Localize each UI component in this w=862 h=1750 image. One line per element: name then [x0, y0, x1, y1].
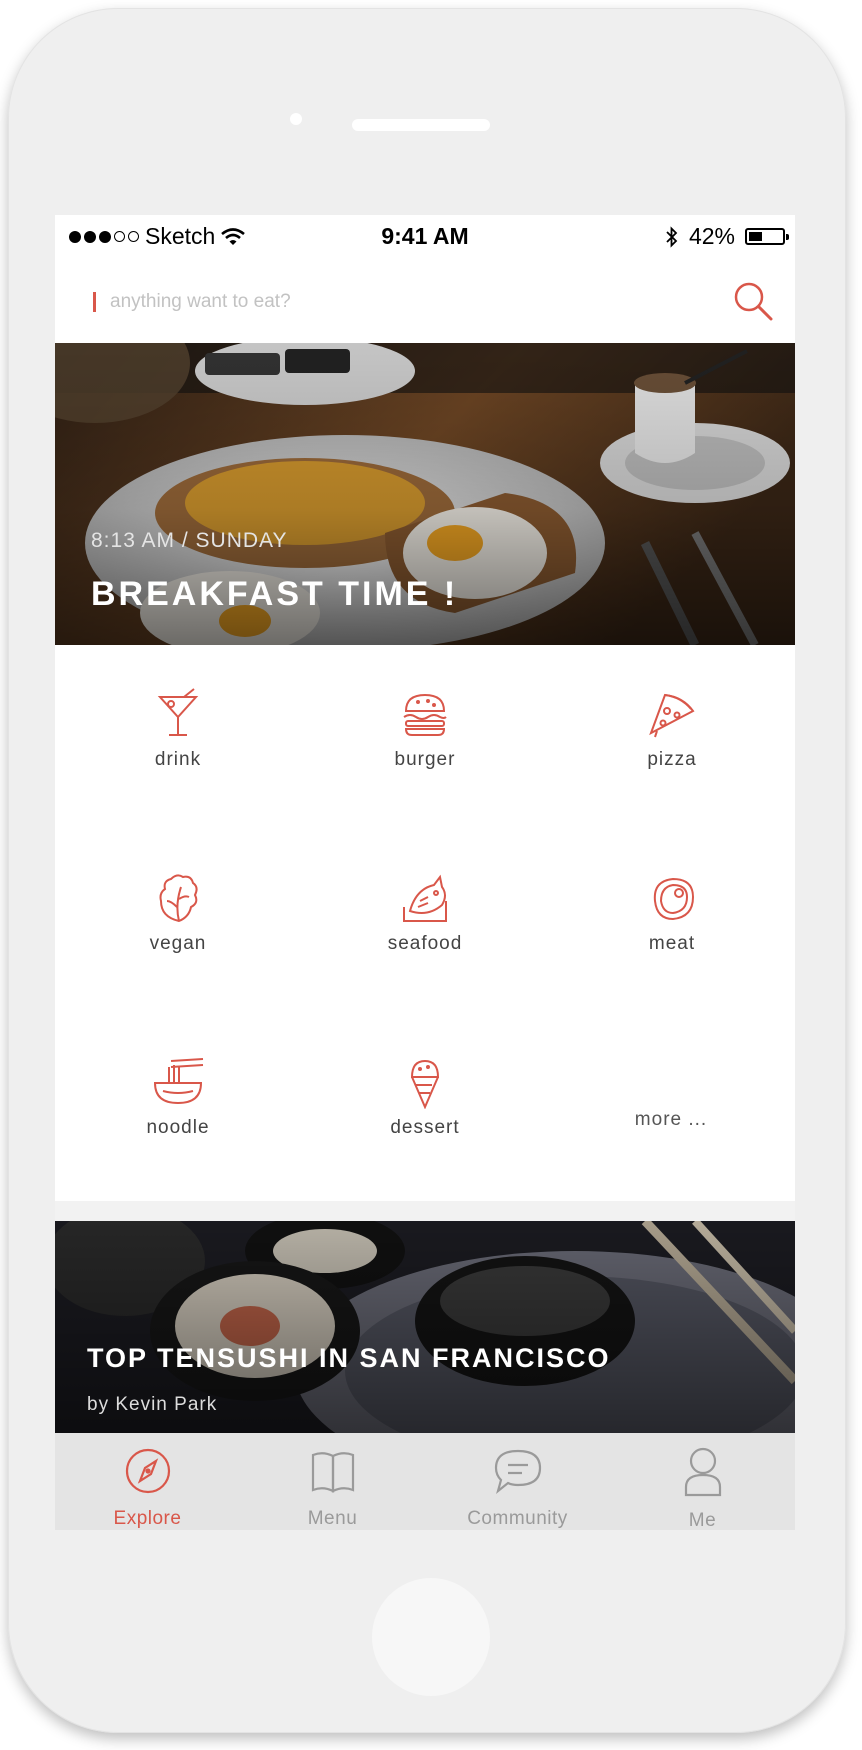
pizza-icon — [649, 693, 695, 738]
category-label: noodle — [146, 1117, 210, 1138]
tab-me[interactable]: Me — [610, 1433, 795, 1530]
featured-article-card[interactable]: TOP TENSUSHI IN SAN FRANCISCO by Kevin P… — [55, 1221, 795, 1433]
category-meat[interactable]: meat — [549, 871, 795, 955]
category-burger[interactable]: burger — [302, 687, 548, 771]
noodle-bowl-icon — [153, 1058, 204, 1105]
tab-community[interactable]: Community — [425, 1433, 610, 1530]
app-screen: Sketch 9:41 AM 42% anything want to eat?… — [55, 215, 795, 1530]
tab-explore[interactable]: Explore — [55, 1433, 240, 1530]
category-seafood[interactable]: seafood — [302, 871, 548, 955]
chat-bubble-icon — [494, 1449, 541, 1494]
search-bar — [55, 257, 795, 343]
burger-icon — [403, 693, 447, 736]
more-categories-link[interactable]: more ... — [548, 1109, 794, 1131]
category-pizza[interactable]: pizza — [549, 687, 795, 771]
category-label: vegan — [149, 933, 207, 954]
feature-title: TOP TENSUSHI IN SAN FRANCISCO — [87, 1343, 611, 1373]
tab-bar: Explore Menu Community Me — [55, 1433, 795, 1530]
category-label: burger — [394, 749, 456, 770]
category-dessert[interactable]: dessert — [302, 1055, 548, 1139]
tab-label: Me — [688, 1510, 717, 1530]
text-cursor — [93, 292, 96, 312]
hero-banner[interactable]: 8:13 AM / SUNDAY BREAKFAST TIME ! — [55, 343, 795, 645]
hero-subtitle: 8:13 AM / SUNDAY — [91, 529, 288, 552]
home-button[interactable] — [372, 1578, 490, 1696]
battery-percent: 42% — [688, 223, 735, 249]
category-grid: drink burger pizza vegan seafood meat no… — [55, 645, 795, 1201]
category-label: pizza — [647, 749, 697, 770]
cocktail-icon — [157, 688, 199, 736]
tab-label: Explore — [113, 1508, 182, 1529]
category-vegan[interactable]: vegan — [55, 871, 301, 955]
search-input[interactable] — [108, 285, 672, 319]
category-label: dessert — [390, 1117, 460, 1138]
lettuce-icon — [159, 874, 198, 923]
earpiece-speaker — [352, 119, 490, 131]
status-bar: Sketch 9:41 AM 42% — [55, 215, 795, 257]
feature-author: by Kevin Park — [87, 1394, 218, 1415]
search-icon[interactable] — [731, 279, 775, 323]
tab-menu[interactable]: Menu — [240, 1433, 425, 1530]
book-icon — [311, 1452, 354, 1493]
ice-cream-icon — [410, 1059, 440, 1109]
tab-label: Community — [467, 1508, 568, 1529]
tab-label: Menu — [307, 1508, 358, 1529]
hero-title: BREAKFAST TIME ! — [91, 575, 459, 613]
front-camera — [290, 113, 302, 125]
fish-icon — [403, 874, 447, 922]
category-label: meat — [648, 933, 696, 954]
steak-icon — [653, 877, 695, 921]
category-noodle[interactable]: noodle — [55, 1055, 301, 1139]
bluetooth-icon — [666, 225, 678, 248]
category-drink[interactable]: drink — [55, 687, 301, 771]
user-icon — [684, 1447, 721, 1497]
category-label: drink — [154, 749, 202, 770]
battery-icon — [745, 228, 789, 245]
compass-icon — [125, 1448, 170, 1494]
category-label: seafood — [387, 933, 463, 954]
